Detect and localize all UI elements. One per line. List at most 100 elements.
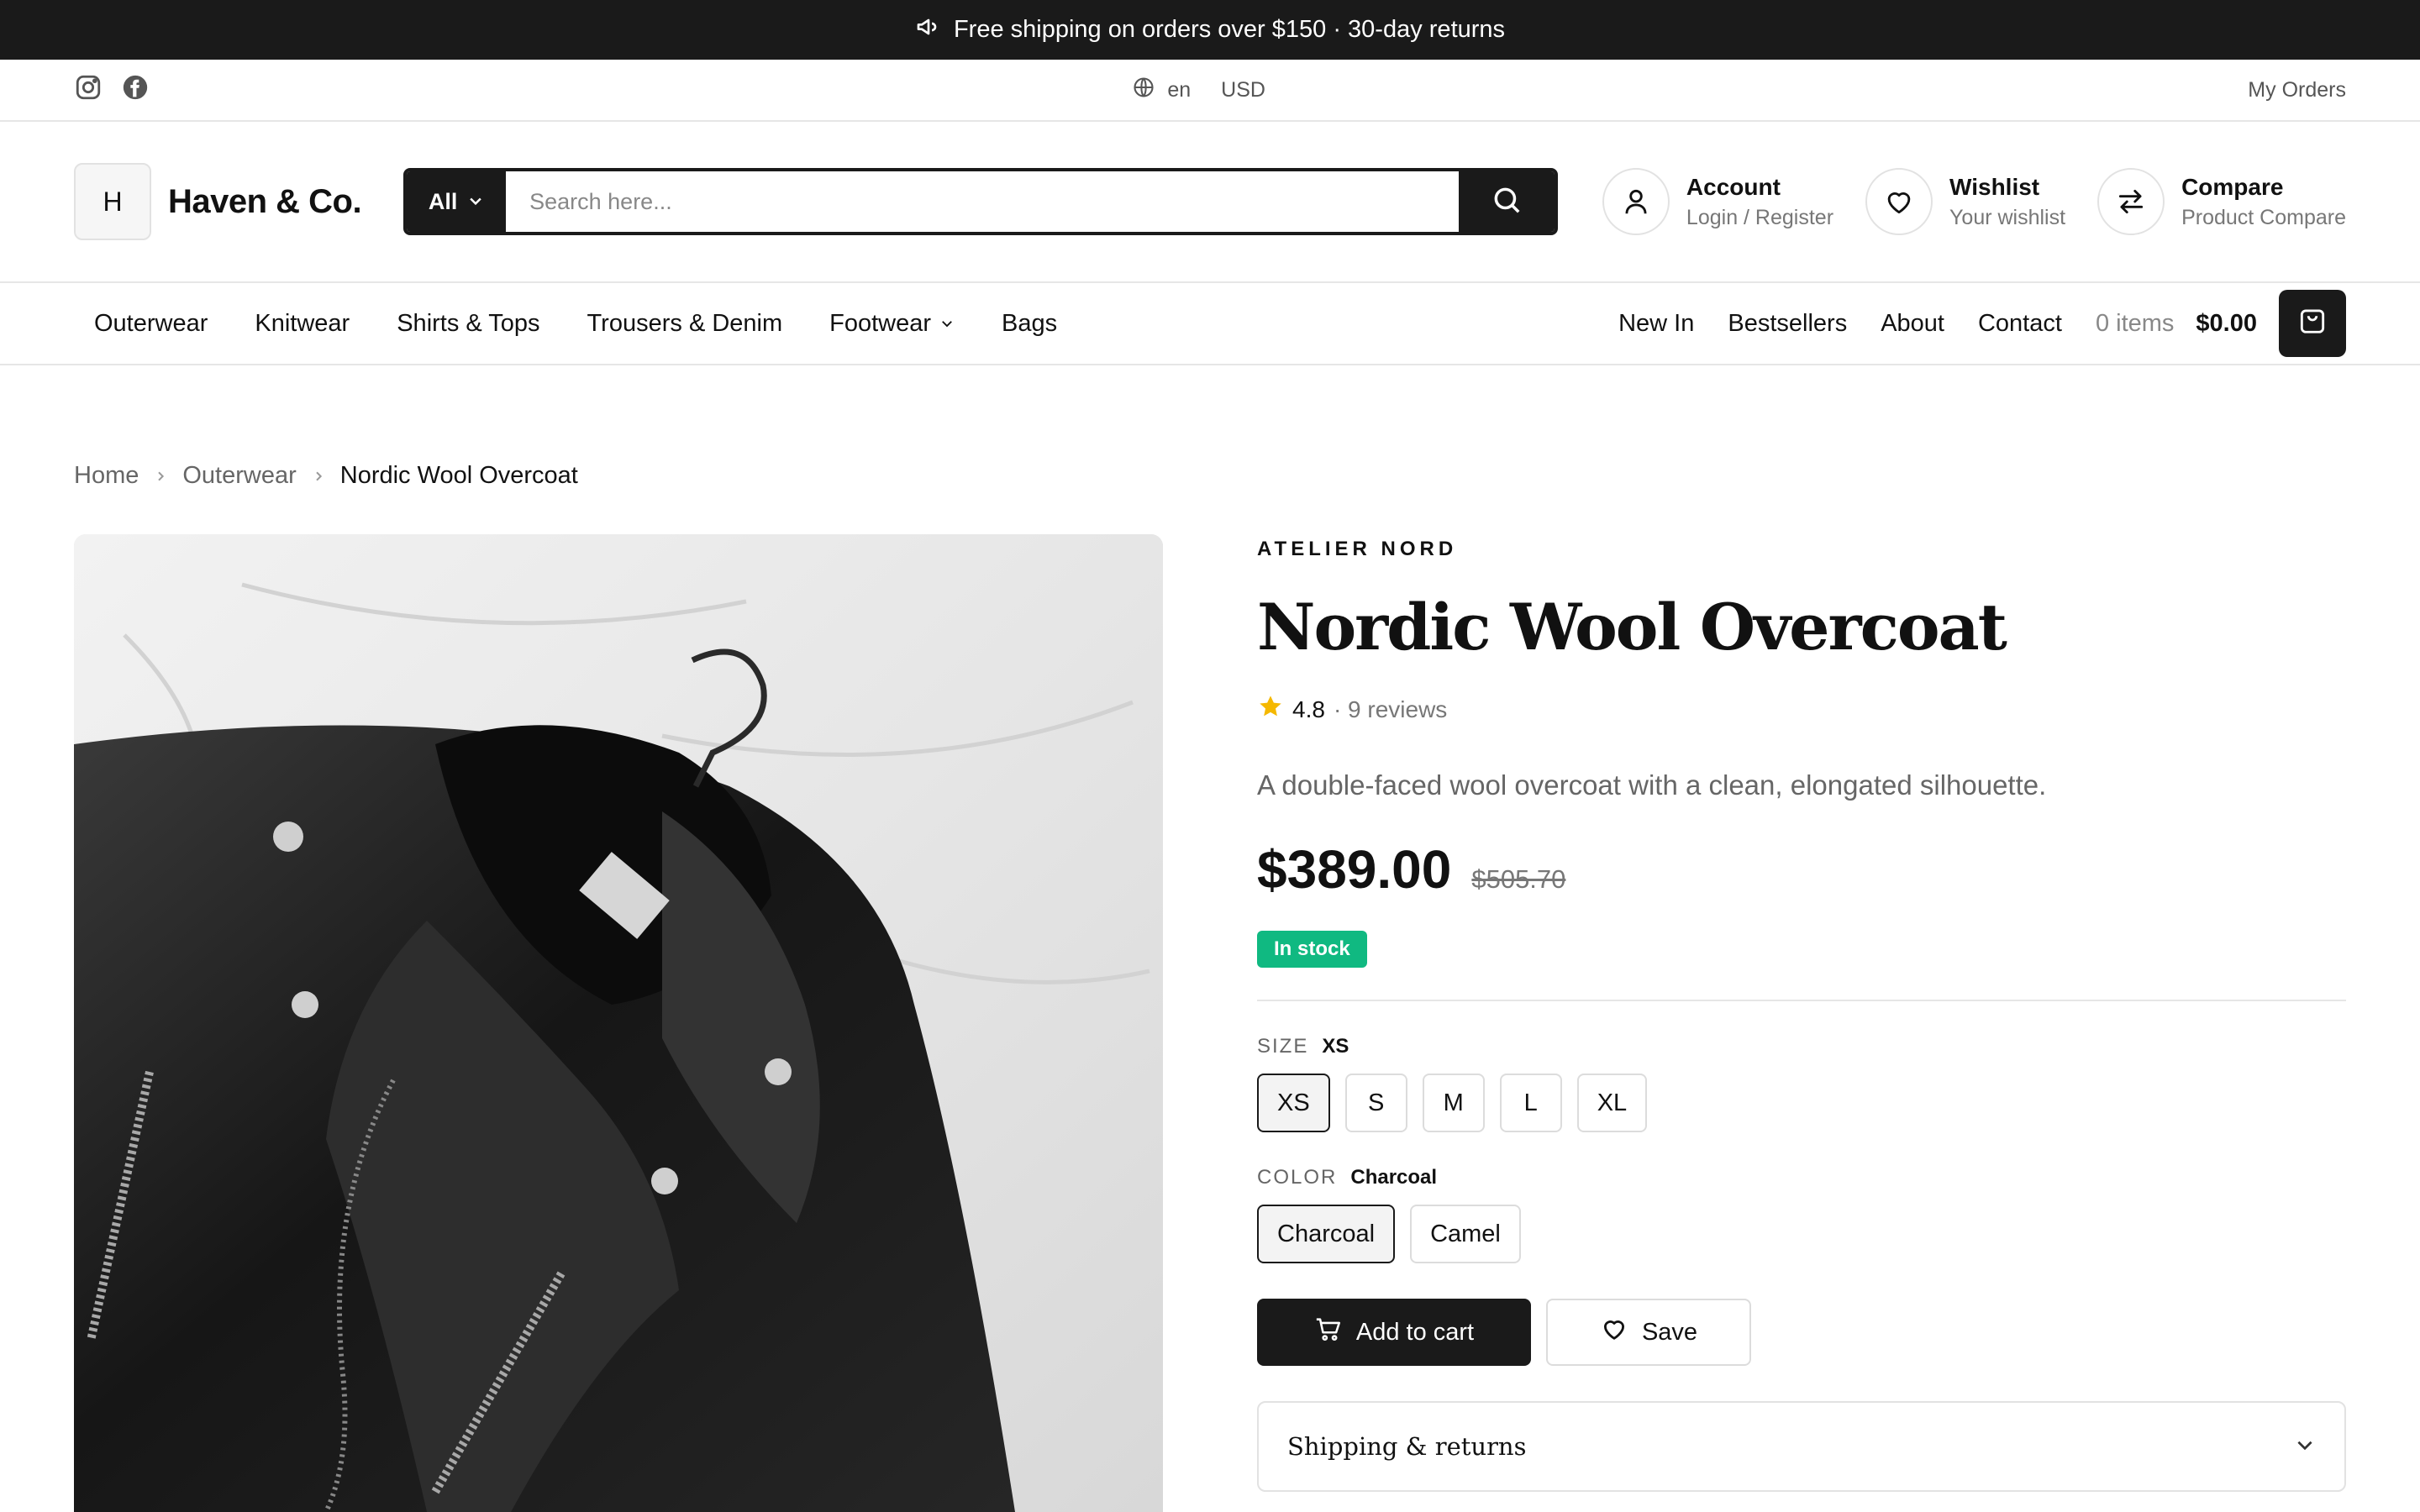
search-category-dropdown[interactable]: All (407, 171, 507, 232)
add-to-cart-button[interactable]: Add to cart (1257, 1299, 1531, 1366)
size-option-l[interactable]: L (1499, 1074, 1562, 1132)
size-option-xl[interactable]: XL (1576, 1074, 1648, 1132)
chevron-right-icon (154, 462, 167, 490)
color-label: COLOR Charcoal (1257, 1166, 2346, 1189)
instagram-icon[interactable] (74, 73, 103, 108)
category-nav: Outerwear Knitwear Shirts & Tops Trouser… (94, 310, 1057, 338)
nav-contact[interactable]: Contact (1978, 310, 2062, 338)
heart-icon (1865, 168, 1933, 235)
size-label: SIZE XS (1257, 1035, 2346, 1058)
add-to-cart-label: Add to cart (1355, 1318, 1475, 1346)
accordion-title: Shipping & returns (1287, 1432, 1527, 1461)
color-option-charcoal[interactable]: Charcoal (1257, 1205, 1396, 1263)
announcement-bar: Free shipping on orders over $150 · 30-d… (0, 0, 2420, 60)
size-option-s[interactable]: S (1344, 1074, 1407, 1132)
globe-icon (1132, 76, 1155, 105)
breadcrumb-outerwear[interactable]: Outerwear (182, 462, 296, 490)
size-label-key: SIZE (1257, 1035, 1309, 1058)
logo[interactable]: H Haven & Co. (74, 163, 362, 240)
breadcrumb-current: Nordic Wool Overcoat (339, 462, 578, 489)
product-info: ATELIER NORD Nordic Wool Overcoat 4.8 · … (1257, 534, 2346, 1492)
main-nav: Outerwear Knitwear Shirts & Tops Trouser… (0, 283, 2420, 365)
secondary-nav: New In Bestsellers About Contact 0 items… (1618, 290, 2346, 357)
save-button[interactable]: Save (1546, 1299, 1751, 1366)
product-description: A double-faced wool overcoat with a clea… (1257, 769, 2047, 801)
nav-bestsellers[interactable]: Bestsellers (1728, 310, 1847, 338)
review-count[interactable]: · 9 reviews (1334, 696, 1447, 723)
product-rating: 4.8 · 9 reviews (1257, 693, 2346, 726)
chevron-down-icon (2294, 1434, 2316, 1460)
color-options: Charcoal Camel (1257, 1205, 2346, 1263)
account-title: Account (1686, 173, 1781, 200)
wishlist-subtitle: Your wishlist (1949, 205, 2066, 229)
product-brand: ATELIER NORD (1257, 538, 1458, 560)
megaphone-icon (915, 13, 942, 47)
heart-icon (1600, 1315, 1628, 1350)
social-links (74, 73, 150, 108)
purchase-actions: Add to cart Save (1257, 1299, 2346, 1366)
account-link[interactable]: Account Login / Register (1602, 168, 1833, 235)
breadcrumb: Home Outerwear Nordic Wool Overcoat (74, 462, 578, 490)
stock-badge: In stock (1257, 931, 1367, 968)
utility-bar: en USD My Orders (0, 60, 2420, 122)
nav-about[interactable]: About (1881, 310, 1944, 338)
cart-total[interactable]: $0.00 (2196, 310, 2257, 338)
wishlist-link[interactable]: Wishlist Your wishlist (1865, 168, 2065, 235)
cart-item-count[interactable]: 0 items (2096, 310, 2174, 338)
brand-name: Haven & Co. (168, 182, 362, 220)
logo-mark: H (74, 163, 151, 240)
color-selected: Charcoal (1350, 1166, 1438, 1189)
search-input[interactable] (506, 171, 1460, 232)
chevron-down-icon (467, 189, 484, 215)
nav-footwear-label: Footwear (829, 309, 932, 337)
cart-icon (1314, 1315, 1343, 1350)
locale-selector[interactable]: en USD (1132, 76, 1265, 105)
color-option-camel[interactable]: Camel (1410, 1205, 1521, 1263)
compare-subtitle: Product Compare (2181, 205, 2346, 229)
facebook-icon[interactable] (121, 73, 150, 108)
nav-trousers-denim[interactable]: Trousers & Denim (587, 310, 783, 338)
account-subtitle: Login / Register (1686, 205, 1834, 229)
nav-bags[interactable]: Bags (1002, 310, 1057, 338)
currency-label[interactable]: USD (1221, 78, 1265, 102)
product-title: Nordic Wool Overcoat (1257, 590, 2007, 664)
compare-link[interactable]: Compare Product Compare (2097, 168, 2346, 235)
chevron-right-icon (312, 462, 325, 490)
user-icon (1602, 168, 1670, 235)
nav-knitwear[interactable]: Knitwear (255, 310, 350, 338)
language-label[interactable]: en (1167, 78, 1191, 102)
search-bar: All (403, 168, 1559, 235)
nav-footwear[interactable]: Footwear (829, 310, 955, 338)
save-label: Save (1641, 1318, 1698, 1346)
search-icon (1491, 184, 1523, 220)
breadcrumb-home[interactable]: Home (74, 462, 139, 490)
size-selected: XS (1322, 1035, 1349, 1058)
chevron-down-icon (939, 310, 955, 338)
search-category-label: All (428, 188, 458, 214)
rating-score: 4.8 (1292, 696, 1325, 722)
compare-title: Compare (2181, 173, 2284, 200)
current-price: $389.00 (1257, 839, 1452, 900)
size-options: XS S M L XL (1257, 1074, 2346, 1132)
shopping-bag-icon (2296, 304, 2328, 343)
compare-arrows-icon (2097, 168, 2165, 235)
announcement-text: Free shipping on orders over $150 · 30-d… (953, 16, 1506, 43)
color-label-key: COLOR (1257, 1166, 1338, 1189)
original-price: $505.70 (1471, 864, 1566, 894)
my-orders-link[interactable]: My Orders (2248, 78, 2346, 102)
product-image[interactable] (74, 534, 1163, 1512)
size-option-xs[interactable]: XS (1257, 1074, 1330, 1132)
main-header: H Haven & Co. All Account Login / Regist… (0, 122, 2420, 283)
size-option-m[interactable]: M (1422, 1074, 1485, 1132)
cart-button[interactable] (2279, 290, 2346, 357)
nav-new-in[interactable]: New In (1618, 310, 1694, 338)
search-button[interactable] (1459, 171, 1555, 232)
wishlist-title: Wishlist (1949, 173, 2040, 200)
nav-outerwear[interactable]: Outerwear (94, 310, 208, 338)
price-row: $389.00 $505.70 (1257, 838, 2346, 900)
nav-shirts-tops[interactable]: Shirts & Tops (397, 310, 539, 338)
header-actions: Account Login / Register Wishlist Your w… (1602, 168, 2346, 235)
divider (1257, 1000, 2346, 1001)
star-icon (1257, 693, 1284, 726)
shipping-returns-accordion[interactable]: Shipping & returns (1257, 1401, 2346, 1492)
